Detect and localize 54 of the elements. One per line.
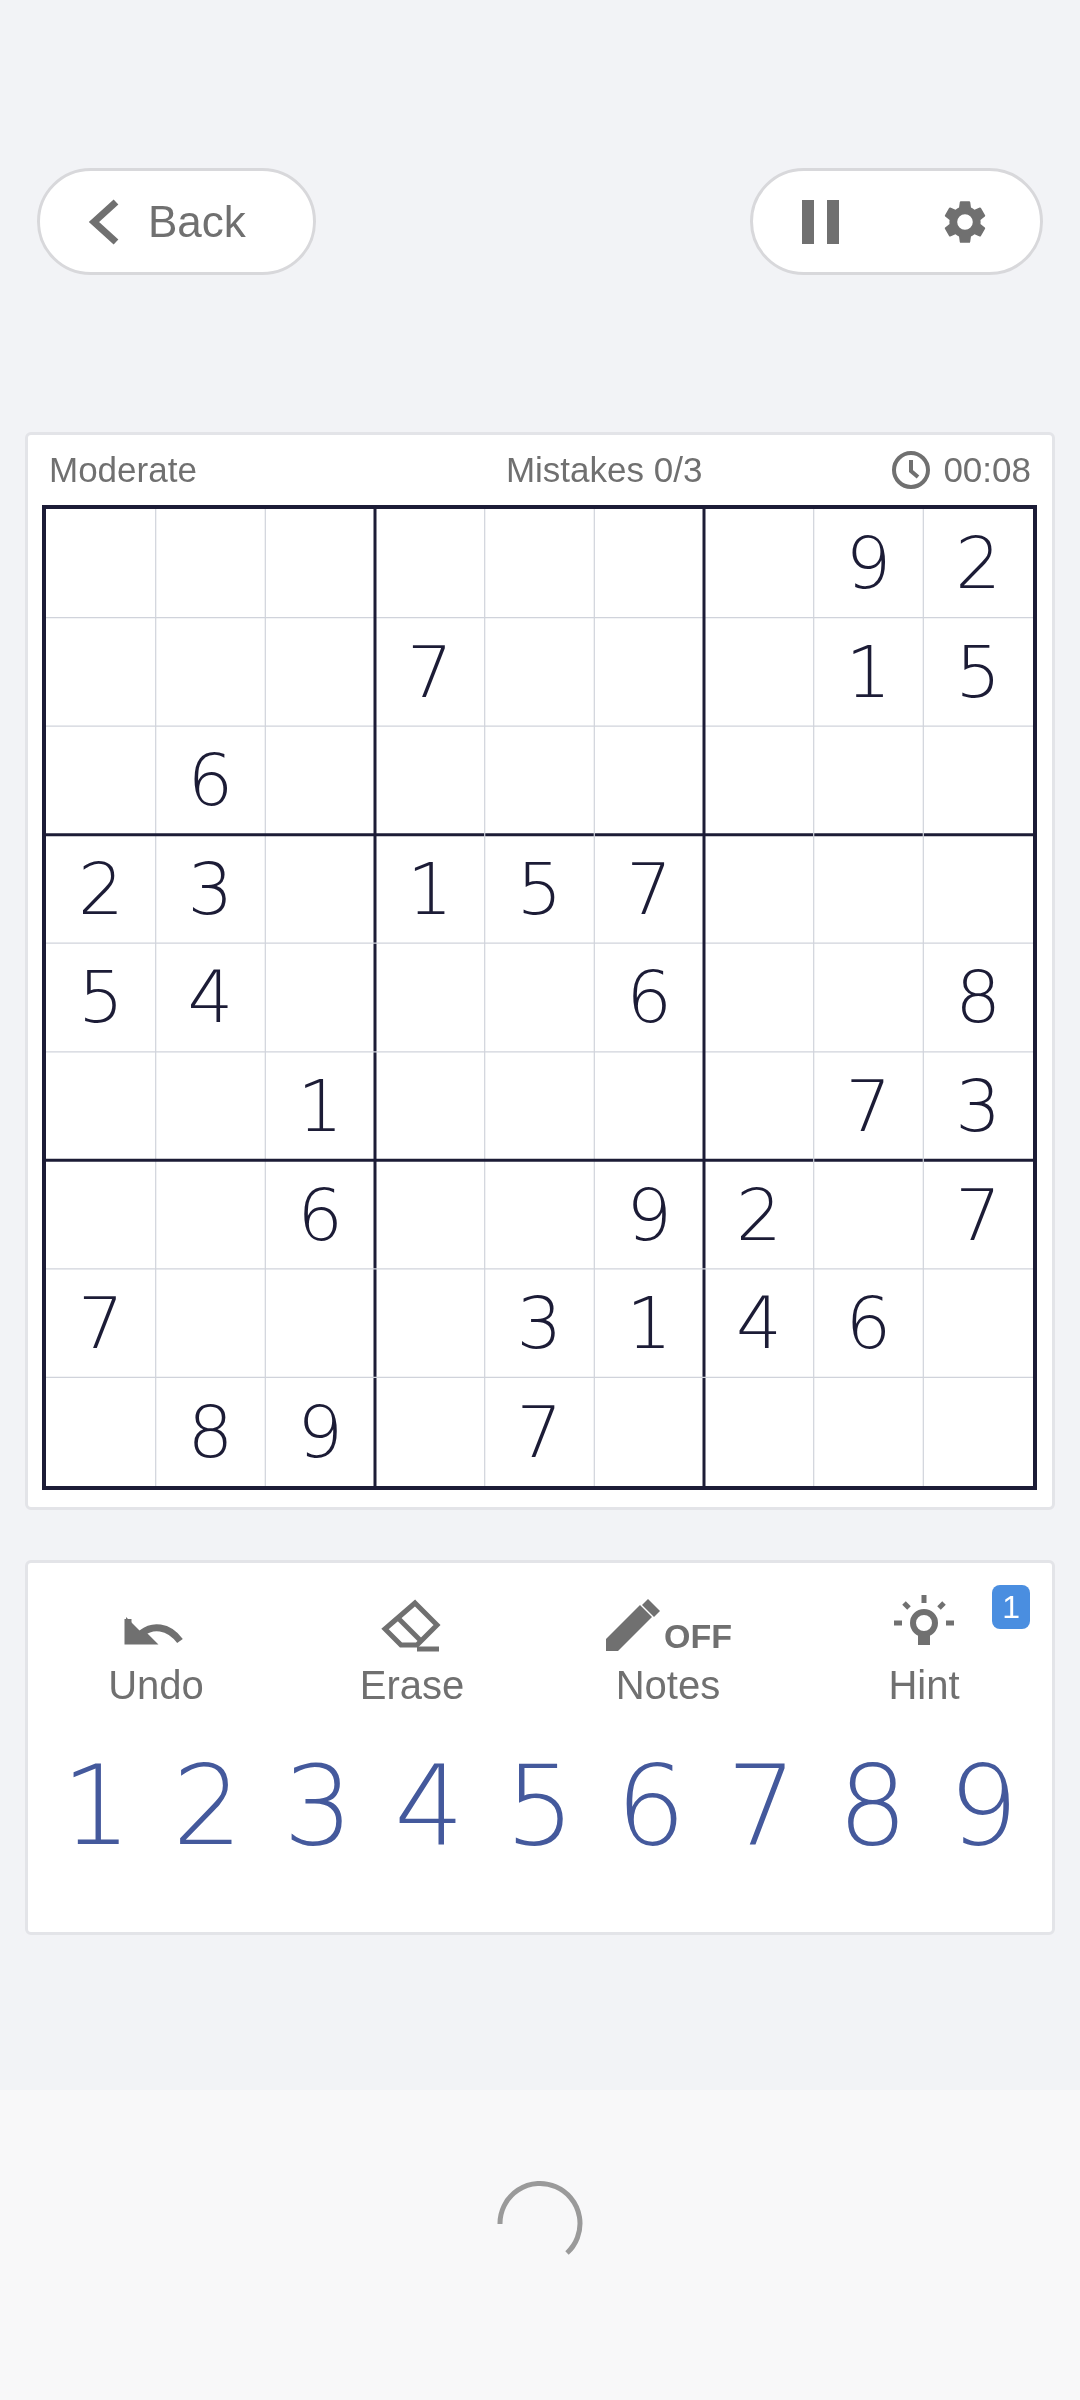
grid-cell[interactable]: 2	[923, 509, 1033, 618]
grid-cell[interactable]: 3	[155, 834, 266, 944]
hint-button[interactable]: Hint	[888, 1593, 960, 1713]
number-key[interactable]: 8	[820, 1751, 926, 1861]
back-button[interactable]: Back	[37, 168, 316, 275]
grid-cell[interactable]: 6	[265, 1160, 375, 1269]
grid-cell[interactable]: 7	[923, 1160, 1033, 1269]
grid-cell[interactable]: 1	[813, 617, 924, 727]
grid-cell[interactable]: 7	[375, 617, 485, 727]
number-key[interactable]: 1	[44, 1751, 149, 1861]
grid-cell[interactable]: 7	[484, 1377, 595, 1486]
grid-cell[interactable]: 6	[813, 1268, 924, 1378]
grid-cell[interactable]: 6	[594, 943, 704, 1052]
clock-icon	[891, 450, 932, 490]
grid-cell[interactable]: 5	[46, 943, 156, 1052]
grid-cell[interactable]: 1	[375, 834, 485, 944]
grid-cell[interactable]: 9	[813, 509, 924, 618]
number-key[interactable]: 7	[709, 1751, 815, 1861]
pause-button[interactable]	[802, 199, 841, 244]
grid-cell[interactable]: 8	[923, 943, 1033, 1052]
chevron-left-icon	[88, 198, 120, 245]
grid-cell[interactable]: 9	[594, 1160, 704, 1269]
erase-button[interactable]: Erase	[359, 1593, 465, 1713]
grid-cell[interactable]: 5	[923, 617, 1033, 727]
eraser-icon	[381, 1599, 443, 1653]
hint-count-badge: 1	[992, 1585, 1030, 1629]
grid-cell[interactable]: 4	[155, 943, 266, 1052]
number-key[interactable]: 9	[931, 1751, 1036, 1861]
number-key[interactable]: 3	[265, 1751, 371, 1861]
grid-cell[interactable]: 7	[594, 834, 704, 944]
grid-cell[interactable]: 8	[155, 1377, 266, 1486]
undo-button[interactable]: Undo	[108, 1593, 204, 1713]
grid-cell[interactable]: 3	[484, 1268, 595, 1378]
number-key[interactable]: 5	[487, 1751, 593, 1861]
number-key[interactable]: 6	[598, 1751, 704, 1861]
grid-cell[interactable]: 9	[265, 1377, 375, 1486]
grid-cell[interactable]: 7	[46, 1268, 156, 1378]
grid-cell[interactable]: 1	[594, 1268, 704, 1378]
difficulty-label: Moderate	[49, 448, 197, 491]
number-key[interactable]: 4	[376, 1751, 482, 1861]
timer-text: 00:08	[943, 448, 1031, 491]
grid-cell[interactable]: 2	[46, 834, 156, 944]
grid-cell[interactable]: 2	[704, 1160, 814, 1269]
grid-cell[interactable]: 5	[484, 834, 595, 944]
grid-cell[interactable]: 3	[923, 1051, 1033, 1161]
grid-cell[interactable]: 6	[155, 726, 266, 835]
grid-cell[interactable]: 1	[265, 1051, 375, 1161]
notes-button[interactable]: OFF Notes	[604, 1593, 732, 1713]
number-key[interactable]: 2	[154, 1751, 260, 1861]
mistakes-counter: Mistakes 0/3	[505, 448, 703, 491]
grid-cell[interactable]: 4	[704, 1268, 814, 1378]
notes-state-label: OFF	[664, 1619, 732, 1653]
grid-cell[interactable]: 7	[813, 1051, 924, 1161]
pencil-icon	[604, 1597, 660, 1653]
